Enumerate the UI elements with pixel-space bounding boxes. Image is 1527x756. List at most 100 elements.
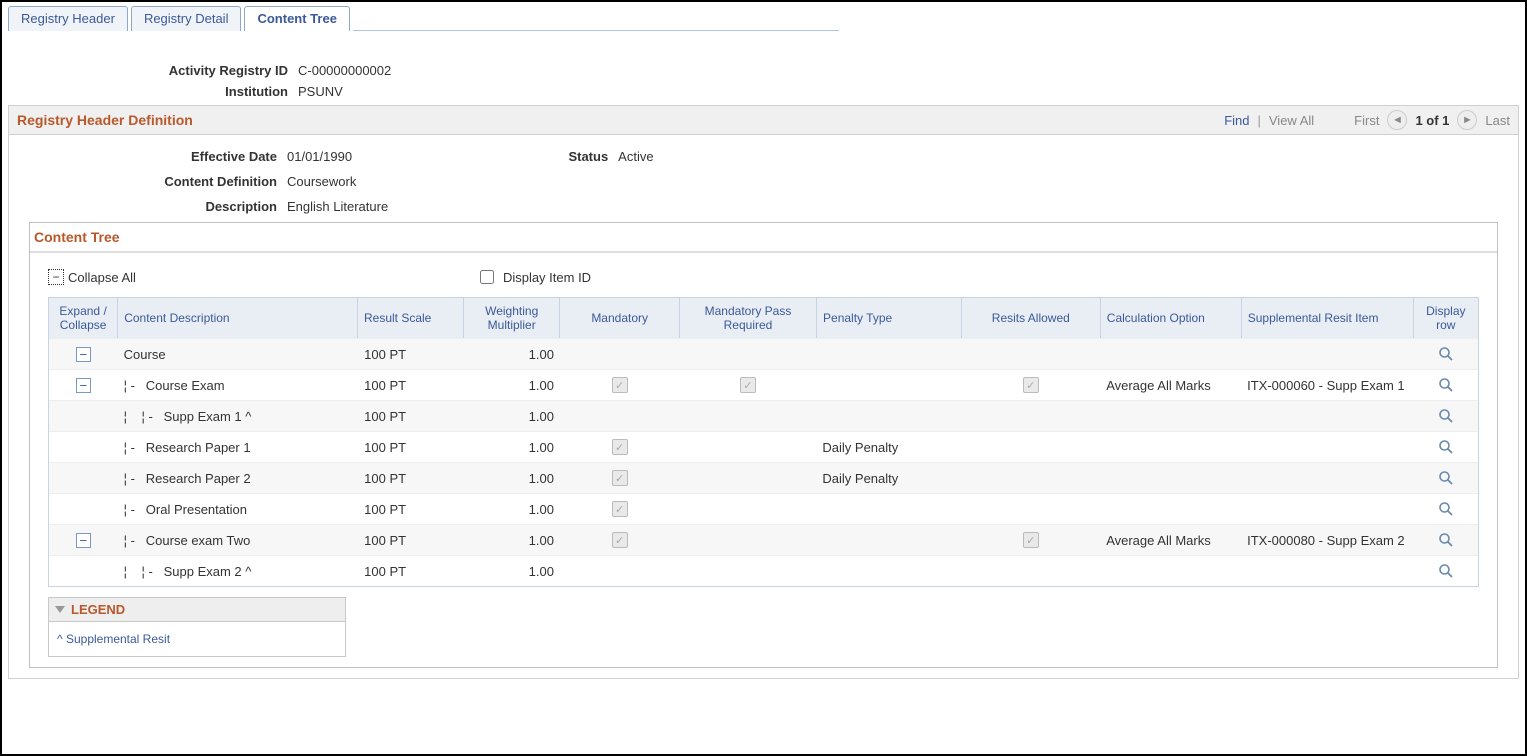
- weighting-multiplier: 1.00: [464, 436, 560, 459]
- content-description: ¦ - Course exam Two: [118, 529, 359, 552]
- content-definition-label: Content Definition: [17, 174, 287, 189]
- table-row: ¦ - Oral Presentation100 PT1.00✓: [49, 493, 1478, 524]
- checkbox-disabled-checked-icon: ✓: [612, 470, 628, 486]
- display-row-button[interactable]: [1413, 342, 1478, 366]
- result-scale: 100 PT: [358, 343, 464, 366]
- next-arrow-icon[interactable]: ►: [1457, 110, 1477, 130]
- tab-registry-header[interactable]: Registry Header: [8, 6, 128, 31]
- tabs-bar: Registry HeaderRegistry DetailContent Tr…: [8, 6, 1519, 31]
- display-row-button[interactable]: [1413, 559, 1478, 583]
- first-link[interactable]: First: [1354, 113, 1379, 128]
- collapse-all-icon[interactable]: −: [48, 269, 64, 285]
- weighting-multiplier: 1.00: [464, 467, 560, 490]
- view-all-link[interactable]: View All: [1269, 113, 1314, 128]
- weighting-multiplier: 1.00: [464, 374, 560, 397]
- find-link[interactable]: Find: [1224, 113, 1249, 128]
- checkbox-disabled-checked-icon: ✓: [612, 439, 628, 455]
- result-scale: 100 PT: [358, 467, 464, 490]
- section-header-bar: Registry Header Definition Find | View A…: [8, 105, 1519, 135]
- result-scale: 100 PT: [358, 405, 464, 428]
- col-desc[interactable]: Content Description: [118, 298, 358, 338]
- content-tree-title: Content Tree: [30, 223, 1497, 253]
- supplemental-resit-item: [1241, 350, 1413, 358]
- collapse-all-label[interactable]: Collapse All: [68, 270, 136, 285]
- supplemental-resit-item: ITX-000060 - Supp Exam 1: [1241, 374, 1413, 397]
- description-label: Description: [17, 199, 287, 214]
- col-pen[interactable]: Penalty Type: [817, 298, 962, 338]
- content-description: ¦ - Oral Presentation: [118, 498, 359, 521]
- display-row-button[interactable]: [1413, 528, 1478, 552]
- content-description: ¦ ¦ - Supp Exam 1 ^: [118, 405, 359, 428]
- legend-collapse-icon[interactable]: [55, 606, 65, 613]
- result-scale: 100 PT: [358, 498, 464, 521]
- status-value: Active: [618, 149, 653, 164]
- checkbox-disabled-checked-icon: ✓: [740, 377, 756, 393]
- checkbox-disabled-checked-icon: ✓: [1023, 377, 1039, 393]
- table-row: ¦ - Research Paper 2100 PT1.00✓Daily Pen…: [49, 462, 1478, 493]
- calculation-option: [1100, 505, 1241, 513]
- weighting-multiplier: 1.00: [464, 343, 560, 366]
- definition-box: Effective Date 01/01/1990 Content Defini…: [8, 135, 1519, 679]
- description-value: English Literature: [287, 199, 388, 214]
- legend-item: ^ Supplemental Resit: [49, 622, 345, 656]
- content-description: ¦ - Research Paper 1: [118, 436, 359, 459]
- table-row: − ¦ - Course Exam100 PT1.00 ✓ ✓ ✓ Average All…: [49, 369, 1478, 400]
- supplemental-resit-item: [1241, 412, 1413, 420]
- registry-id-label: Activity Registry ID: [8, 63, 298, 78]
- col-calc[interactable]: Calculation Option: [1101, 298, 1242, 338]
- tab-content-tree[interactable]: Content Tree: [244, 6, 349, 31]
- col-supp[interactable]: Supplemental Resit Item: [1242, 298, 1414, 338]
- weighting-multiplier: 1.00: [464, 405, 560, 428]
- table-row: −¦ - Course exam Two100 PT1.00✓✓Average …: [49, 524, 1478, 555]
- checkbox-disabled-checked-icon: ✓: [612, 377, 628, 393]
- display-row-button[interactable]: [1413, 466, 1478, 490]
- supplemental-resit-item: [1241, 443, 1413, 451]
- institution-value: PSUNV: [298, 84, 343, 99]
- col-pass[interactable]: Mandatory Pass Required: [680, 298, 817, 338]
- collapse-row-icon[interactable]: −: [76, 378, 91, 393]
- display-row-button[interactable]: [1413, 373, 1478, 397]
- collapse-row-icon[interactable]: −: [76, 347, 91, 362]
- penalty-type: [816, 536, 961, 544]
- calculation-option: [1100, 567, 1241, 575]
- result-scale: 100 PT: [358, 436, 464, 459]
- content-tree-table: Expand / Collapse Content Description Re…: [48, 297, 1479, 587]
- supplemental-resit-item: [1241, 567, 1413, 575]
- weighting-multiplier: 1.00: [464, 560, 560, 583]
- registry-id-value: C-00000000002: [298, 63, 391, 78]
- col-mult[interactable]: Weighting Multiplier: [464, 298, 560, 338]
- tab-registry-detail[interactable]: Registry Detail: [131, 6, 242, 31]
- status-label: Status: [468, 149, 618, 164]
- col-disp: Display row: [1414, 298, 1478, 338]
- display-item-id-checkbox[interactable]: [480, 270, 494, 284]
- penalty-type: [816, 412, 961, 420]
- collapse-row-icon[interactable]: −: [76, 533, 91, 548]
- prev-arrow-icon[interactable]: ◄: [1387, 110, 1407, 130]
- supplemental-resit-item: ITX-000080 - Supp Exam 2: [1241, 529, 1413, 552]
- penalty-type: [816, 567, 961, 575]
- record-count: 1 of 1: [1415, 113, 1449, 128]
- content-description: ¦ ¦ - Supp Exam 2 ^: [118, 560, 359, 583]
- col-scale[interactable]: Result Scale: [358, 298, 464, 338]
- result-scale: 100 PT: [358, 560, 464, 583]
- penalty-type: Daily Penalty: [816, 467, 961, 490]
- result-scale: 100 PT: [358, 374, 464, 397]
- table-row: ¦ - Research Paper 1100 PT1.00 ✓ Daily Pen…: [49, 431, 1478, 462]
- calculation-option: Average All Marks: [1100, 374, 1241, 397]
- content-description: ¦ - Course Exam: [118, 374, 359, 397]
- last-link[interactable]: Last: [1485, 113, 1510, 128]
- calculation-option: [1100, 350, 1241, 358]
- calculation-option: [1100, 412, 1241, 420]
- checkbox-disabled-checked-icon: ✓: [1023, 532, 1039, 548]
- display-row-button[interactable]: [1413, 404, 1478, 428]
- penalty-type: Daily Penalty: [816, 436, 961, 459]
- legend-box: LEGEND ^ Supplemental Resit: [48, 597, 346, 657]
- weighting-multiplier: 1.00: [464, 498, 560, 521]
- display-row-button[interactable]: [1413, 497, 1478, 521]
- display-row-button[interactable]: [1413, 435, 1478, 459]
- col-resit[interactable]: Resits Allowed: [962, 298, 1101, 338]
- separator: |: [1257, 113, 1260, 128]
- checkbox-disabled-checked-icon: ✓: [612, 532, 628, 548]
- content-definition-value: Coursework: [287, 174, 356, 189]
- col-mand[interactable]: Mandatory: [560, 298, 680, 338]
